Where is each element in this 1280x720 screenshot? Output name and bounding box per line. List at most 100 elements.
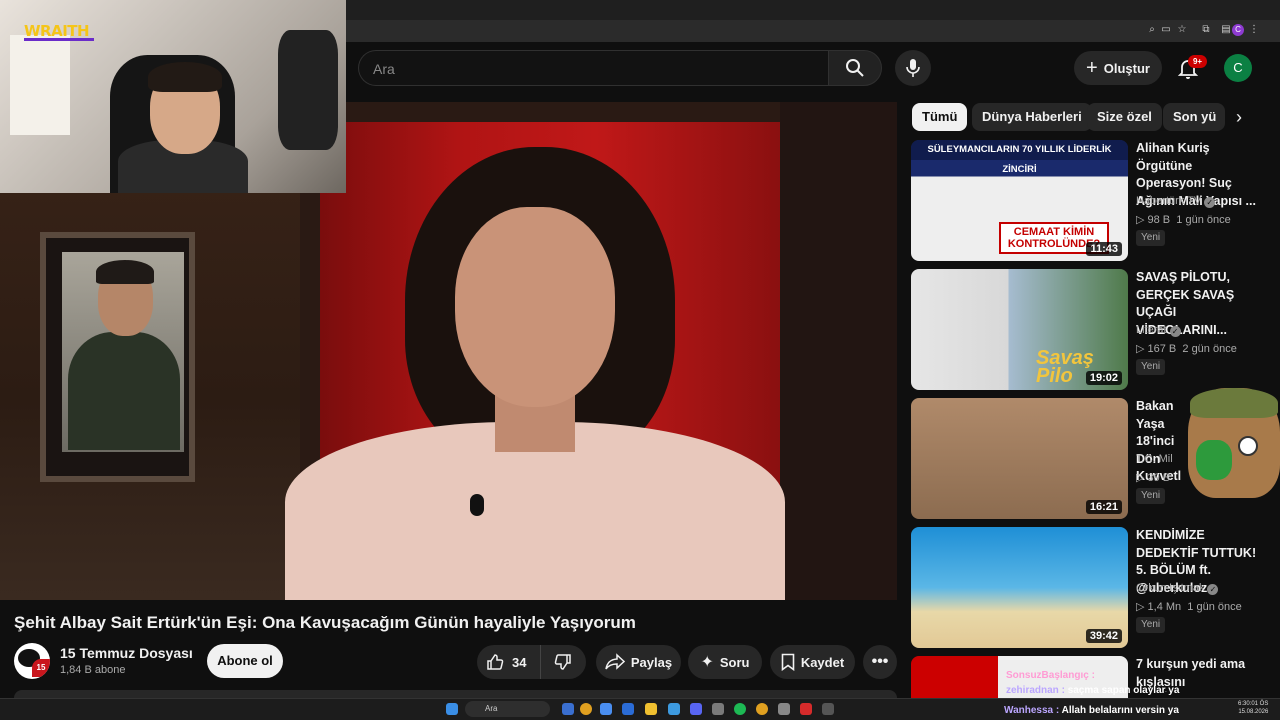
save-button[interactable]: Kaydet <box>770 645 855 679</box>
plus-icon: + <box>1086 57 1098 79</box>
browser-toolbar: ⌕ ▭ ☆ ⧉ ▤ C ⋮ <box>346 20 1280 42</box>
share-button[interactable]: Paylaş <box>596 645 681 679</box>
create-button[interactable]: + Oluştur <box>1074 51 1162 85</box>
like-button[interactable]: 34 <box>477 645 541 679</box>
more-horizontal-icon: ••• <box>871 653 889 670</box>
rec-meta-2: ▷ 167 B 2 gün önce <box>1136 343 1237 355</box>
webcam-chair-back <box>278 30 338 150</box>
spotify-icon[interactable] <box>734 703 746 715</box>
chat-username: zehiradnan : <box>1006 685 1065 696</box>
rec-thumbnail-banner: SÜLEYMANCILARIN 70 YILLIK LİDERLİK ZİNCİ… <box>911 140 1128 175</box>
cartoon-cup <box>1196 440 1232 480</box>
rec-views: 167 B <box>1147 343 1177 355</box>
webcam-window <box>10 35 70 135</box>
channel-avatar[interactable]: 15 <box>14 643 50 679</box>
rec-thumbnail-3[interactable]: 16:21 <box>911 398 1128 519</box>
star-icon[interactable]: ☆ <box>1176 24 1188 36</box>
rec-age: 2 gün önce <box>1182 343 1237 355</box>
profile-avatar[interactable]: C <box>1232 24 1244 36</box>
chat-text: saçma sapan olaylar ya <box>1067 685 1180 696</box>
folder-icon[interactable] <box>645 703 657 715</box>
rec-duration: 11:43 <box>1086 242 1122 256</box>
app-icon[interactable] <box>778 703 790 715</box>
chrome-icon[interactable] <box>580 703 592 715</box>
rec-channel-4[interactable]: Orkun Işıtmak ✓ <box>1136 582 1219 595</box>
rec-channel-3[interactable]: T.C. Mil <box>1136 453 1173 465</box>
rec-channel-1[interactable]: Habertürk TV ✓ <box>1136 195 1216 208</box>
search-icon <box>846 59 864 77</box>
chat-message: SonsuzBaşlangıç : <box>1006 670 1196 681</box>
task-view-icon[interactable] <box>562 703 574 715</box>
subscriber-count: 1,84 B abone <box>60 664 126 676</box>
stream-chat-overlay: SonsuzBaşlangıç : zehiradnan : saçma sap… <box>1006 670 1196 700</box>
rec-thumbnail-1[interactable]: SÜLEYMANCILARIN 70 YILLIK LİDERLİK ZİNCİ… <box>911 140 1128 261</box>
copilot-icon[interactable] <box>668 703 680 715</box>
video-title: Şehit Albay Sait Ertürk'ün Eşi: Ona Kavu… <box>14 613 636 632</box>
create-label: Oluştur <box>1103 60 1150 76</box>
store-icon[interactable] <box>622 703 634 715</box>
chevron-right-icon[interactable]: › <box>1225 103 1253 131</box>
rec-views: 1,4 Mn <box>1147 601 1182 613</box>
voice-search-button[interactable] <box>895 50 931 86</box>
ticker-text: Allah belalarını versin ya <box>1061 705 1179 716</box>
zoom-icon[interactable]: ⌕ <box>1146 24 1158 36</box>
thumbs-up-icon <box>487 654 504 670</box>
rec-duration: 16:21 <box>1085 500 1122 514</box>
portrait-hair <box>96 260 154 284</box>
cartoon-hat <box>1190 388 1278 418</box>
share-label: Paylaş <box>630 654 673 670</box>
media-app-icon[interactable] <box>800 703 812 715</box>
rec-duration: 19:02 <box>1085 371 1122 385</box>
rec-duration: 39:42 <box>1085 629 1122 643</box>
like-dislike-group: 34 <box>477 645 586 679</box>
discord-icon[interactable] <box>690 703 702 715</box>
wraith-logo-bar <box>24 38 94 41</box>
chat-message: zehiradnan : saçma sapan olaylar ya <box>1006 685 1196 696</box>
search-input[interactable]: Ara <box>358 50 828 86</box>
page-scrollbar[interactable] <box>1272 48 1278 688</box>
chip-all[interactable]: Tümü <box>912 103 968 131</box>
chip-world-news[interactable]: Dünya Haberleri <box>972 103 1092 131</box>
ask-button[interactable]: ✦ Soru <box>688 645 762 679</box>
chip-for-you[interactable]: Size özel <box>1087 103 1162 131</box>
rec-views: 98 B <box>1147 214 1171 226</box>
subscribe-button[interactable]: Abone ol <box>207 644 283 678</box>
cast-icon[interactable]: ▭ <box>1160 24 1172 36</box>
rec-meta-4: ▷ 1,4 Mn 1 gün önce <box>1136 601 1242 613</box>
edge-icon[interactable] <box>600 703 612 715</box>
rec-channel-2[interactable]: Literat ✓ <box>1136 324 1181 337</box>
rec-thumbnail-2[interactable]: Savaş Pilo 19:02 <box>911 269 1128 390</box>
more-actions-button[interactable]: ••• <box>863 645 897 679</box>
menu-icon[interactable]: ⋮ <box>1248 24 1260 36</box>
rec-meta-3: ▷ 39 B <box>1136 472 1171 484</box>
account-avatar[interactable]: C <box>1224 54 1252 82</box>
rec-new-badge: Yeni <box>1136 488 1166 504</box>
windows-start-icon[interactable] <box>446 703 458 715</box>
dislike-button[interactable] <box>541 645 585 679</box>
chip-recent[interactable]: Son yü <box>1163 103 1225 131</box>
verified-check-icon: ✓ <box>1204 197 1216 208</box>
terminal-icon[interactable] <box>822 703 834 715</box>
search-button[interactable] <box>828 50 882 86</box>
extension-icon[interactable]: ⧉ <box>1200 24 1212 36</box>
channel-avatar-number: 15 <box>32 659 50 677</box>
sparkle-icon: ✦ <box>700 654 714 671</box>
rec-channel-name: Orkun Işıtmak <box>1136 582 1205 594</box>
save-label: Kaydet <box>800 654 845 670</box>
verified-check-icon: ✓ <box>1207 584 1219 595</box>
rec-new-badge: Yeni <box>1136 617 1166 633</box>
media-icon[interactable]: ▤ <box>1220 24 1232 36</box>
taskbar-clock[interactable]: 6:30:01 ÖS 15.08.2026 <box>1238 700 1268 716</box>
obs-icon[interactable] <box>712 703 724 715</box>
rec-thumbnail-4[interactable]: 39:42 <box>911 527 1128 648</box>
chrome-alt-icon[interactable] <box>756 703 768 715</box>
notification-count-badge: 9+ <box>1188 55 1207 68</box>
portrait-uniform <box>68 332 180 450</box>
channel-name-link[interactable]: 15 Temmuz Dosyası <box>60 645 193 661</box>
microphone-icon <box>906 59 920 77</box>
verified-check-icon: ✓ <box>1169 326 1181 337</box>
dark-background <box>780 102 897 600</box>
like-count: 34 <box>512 654 527 670</box>
taskbar-search[interactable]: Ara <box>465 701 550 717</box>
rec-channel-name: Literat <box>1136 324 1167 336</box>
